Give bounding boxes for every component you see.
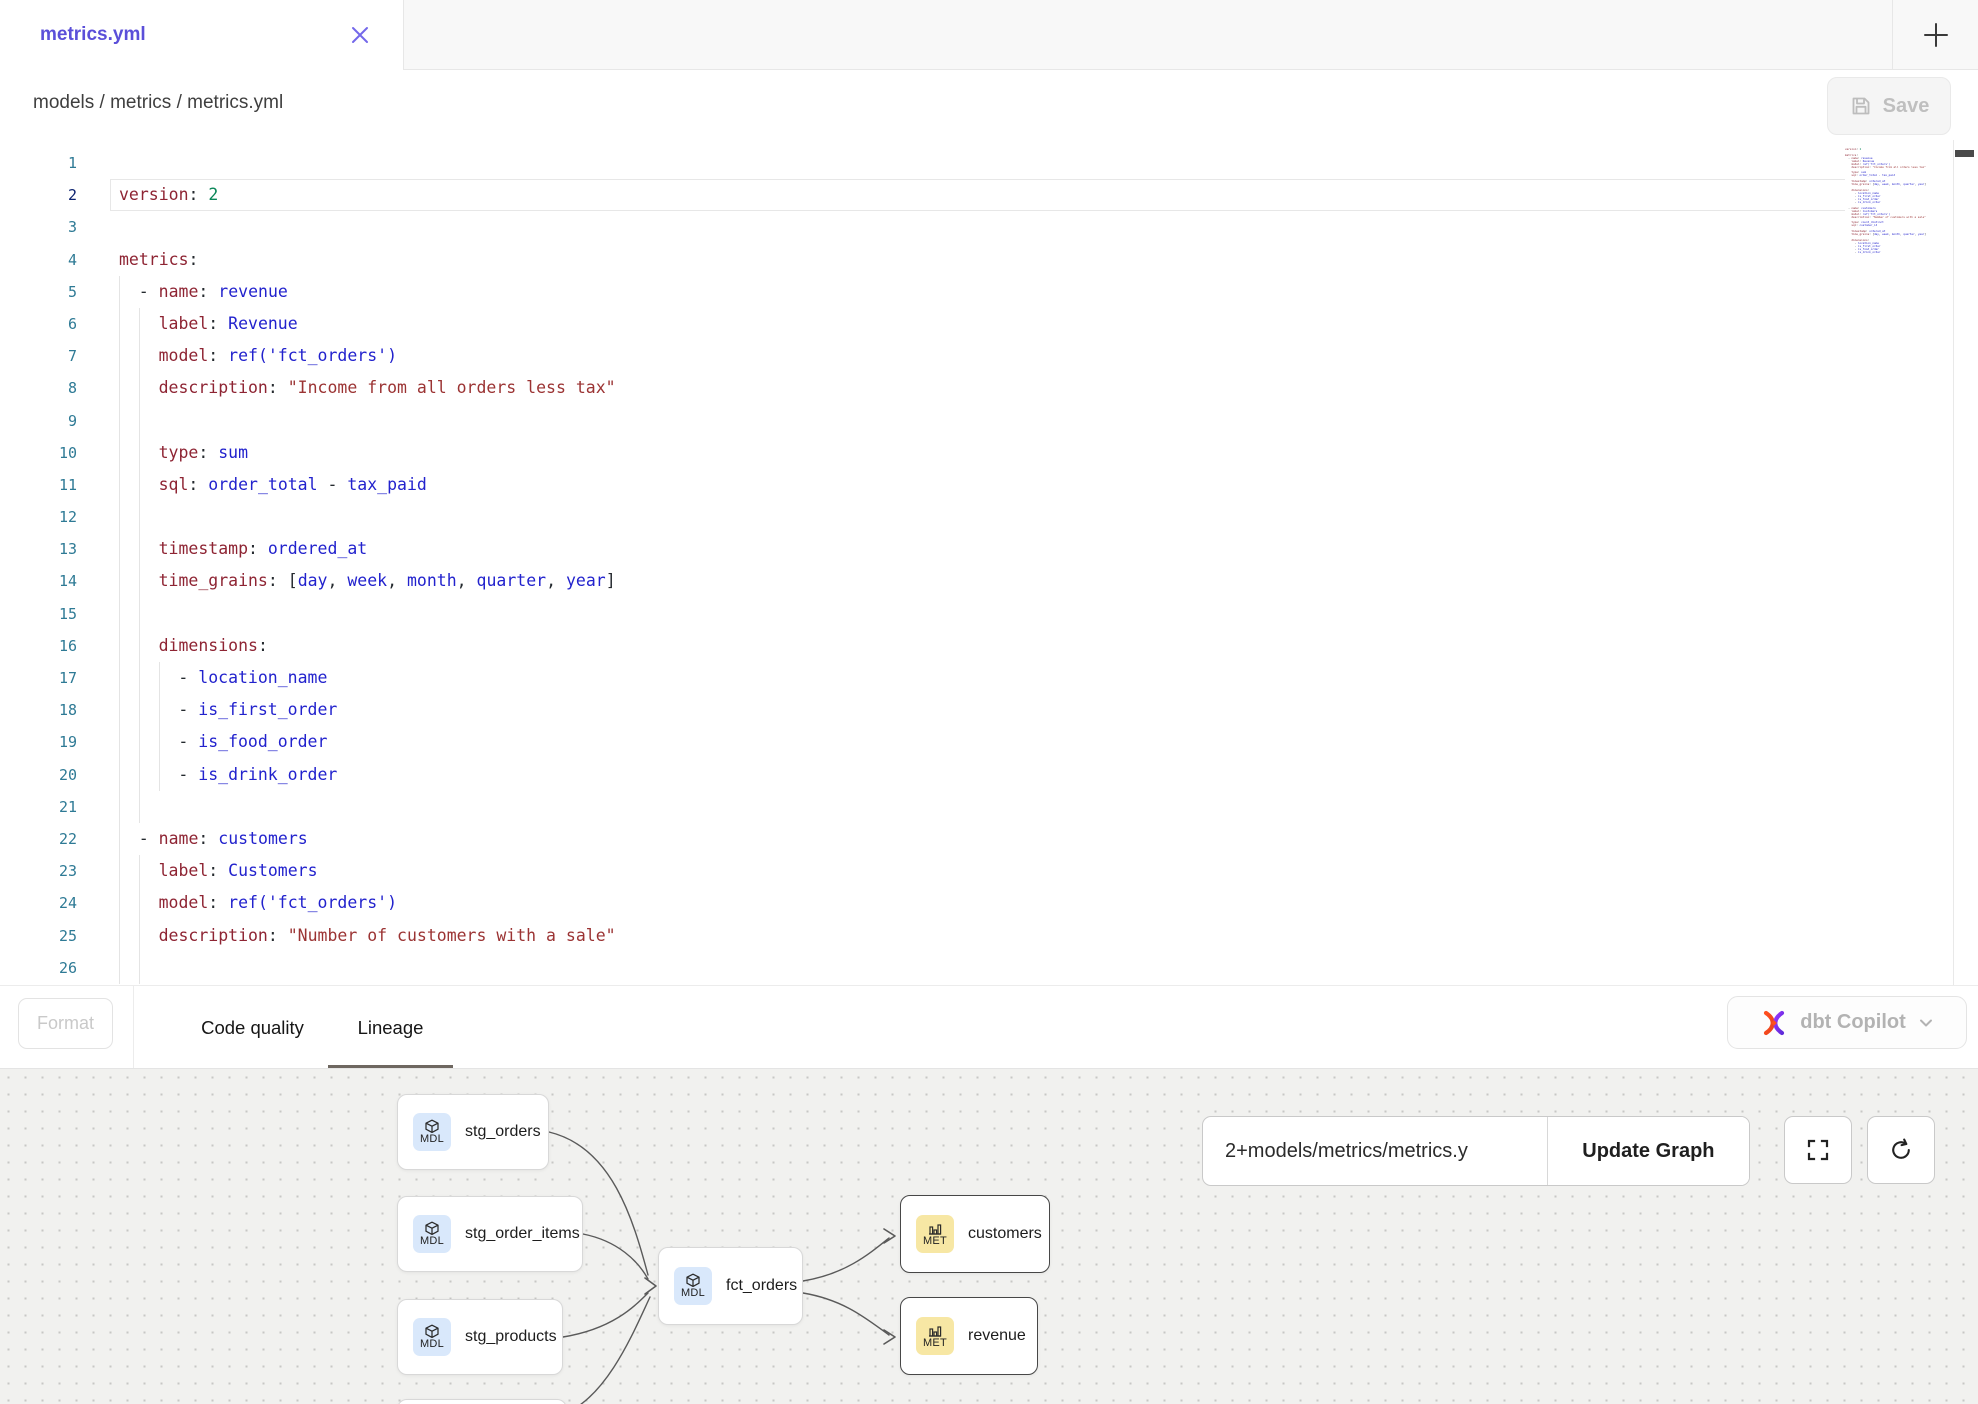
code-content[interactable]: version: 2metrics:- name: revenuelabel: … xyxy=(0,147,1845,984)
chevron-down-icon xyxy=(1917,1014,1935,1032)
code-line[interactable]: - location_name xyxy=(0,662,1845,694)
code-line[interactable]: - name: revenue xyxy=(0,276,1845,308)
save-label: Save xyxy=(1883,95,1930,118)
lineage-node-customers[interactable]: MET customers xyxy=(900,1195,1050,1273)
tab-title: metrics.yml xyxy=(40,24,146,46)
model-cube-icon xyxy=(424,1119,440,1134)
tab-code-quality[interactable]: Code quality xyxy=(165,986,340,1069)
mdl-badge: MDL xyxy=(413,1215,451,1253)
tab-bar: metrics.yml xyxy=(0,0,1978,70)
format-button[interactable]: Format xyxy=(18,998,113,1049)
code-line[interactable]: time_grains: [day, week, month, quarter,… xyxy=(0,565,1845,597)
tab-lineage[interactable]: Lineage xyxy=(328,986,453,1069)
graph-selector-input[interactable] xyxy=(1203,1117,1547,1185)
code-line[interactable]: model: ref('fct_orders') xyxy=(0,887,1845,919)
code-line[interactable]: timestamp: ordered_at xyxy=(0,533,1845,565)
graph-filter-group: Update Graph xyxy=(1202,1116,1750,1186)
fullscreen-button[interactable] xyxy=(1784,1116,1852,1184)
lineage-node-stg_order_items[interactable]: MDL stg_order_items xyxy=(397,1196,583,1272)
code-line[interactable]: metrics: xyxy=(0,244,1845,276)
close-icon[interactable] xyxy=(349,24,371,46)
lineage-node-stg_products[interactable]: MDL stg_products xyxy=(397,1299,563,1375)
update-graph-label: Update Graph xyxy=(1582,1140,1714,1163)
code-line[interactable]: model: ref('fct_orders') xyxy=(0,340,1845,372)
tab-metrics-yml[interactable]: metrics.yml xyxy=(0,0,403,70)
new-tab-button[interactable] xyxy=(1892,0,1978,70)
code-editor[interactable]: 1234567891011121314151617181920212223242… xyxy=(0,140,1978,985)
code-line[interactable]: - is_first_order xyxy=(0,694,1845,726)
code-line[interactable]: version: 2 xyxy=(0,179,1845,211)
node-label: customers xyxy=(968,1225,1042,1243)
code-line[interactable] xyxy=(0,791,1845,823)
dbt-ide-window: metrics.yml models / metrics / metrics.y… xyxy=(0,0,1978,1404)
dbt-copilot-button[interactable]: dbt Copilot xyxy=(1727,996,1967,1049)
copilot-sparkle-icon xyxy=(1759,1008,1789,1038)
node-label: stg_orders xyxy=(465,1123,541,1141)
lineage-node-stg_orders[interactable]: MDL stg_orders xyxy=(397,1094,549,1170)
code-line[interactable]: sql: order_total - tax_paid xyxy=(0,469,1845,501)
met-badge: MET xyxy=(916,1317,954,1355)
refresh-icon xyxy=(1888,1137,1914,1163)
code-line[interactable]: - is_food_order xyxy=(0,726,1845,758)
save-button[interactable]: Save xyxy=(1827,77,1951,135)
model-cube-icon xyxy=(685,1273,701,1288)
met-badge: MET xyxy=(916,1215,954,1253)
lineage-node-hidden_node[interactable]: MDL xyxy=(397,1399,567,1404)
refresh-button[interactable] xyxy=(1867,1116,1935,1184)
fullscreen-icon xyxy=(1805,1137,1831,1163)
mdl-badge: MDL xyxy=(674,1267,712,1305)
node-label: revenue xyxy=(968,1327,1026,1345)
model-cube-icon xyxy=(424,1221,440,1236)
code-line[interactable]: - is_drink_order xyxy=(0,759,1845,791)
code-line[interactable] xyxy=(0,952,1845,984)
update-graph-button[interactable]: Update Graph xyxy=(1547,1117,1749,1185)
code-line[interactable]: - name: customers xyxy=(0,823,1845,855)
breadcrumb-row: models / metrics / metrics.yml Save xyxy=(0,70,1978,140)
code-line[interactable]: description: "Number of customers with a… xyxy=(0,920,1845,952)
code-line[interactable] xyxy=(0,211,1845,243)
editor-right-divider xyxy=(1953,140,1954,985)
model-cube-icon xyxy=(424,1324,440,1339)
toolbar-divider xyxy=(133,986,134,1069)
code-line[interactable]: type: sum xyxy=(0,437,1845,469)
code-line[interactable] xyxy=(0,598,1845,630)
code-line[interactable]: dimensions: xyxy=(0,630,1845,662)
save-icon xyxy=(1849,94,1873,118)
metric-chart-icon xyxy=(927,1221,943,1236)
breadcrumb: models / metrics / metrics.yml xyxy=(33,92,283,114)
mdl-badge: MDL xyxy=(413,1113,451,1151)
lineage-canvas[interactable]: MDL stg_orders MDL stg_order_items MDL s… xyxy=(0,1068,1978,1404)
metric-chart-icon xyxy=(927,1323,943,1338)
code-line[interactable]: description: "Income from all orders les… xyxy=(0,372,1845,404)
lineage-label: Lineage xyxy=(358,1017,424,1039)
plus-icon xyxy=(1922,21,1950,49)
scrollbar-thumb[interactable] xyxy=(1955,150,1974,157)
lineage-node-fct_orders[interactable]: MDL fct_orders xyxy=(658,1247,803,1325)
minimap[interactable]: version: 2metrics:- name: revenuelabel: … xyxy=(1845,145,1945,254)
node-label: stg_products xyxy=(465,1328,557,1346)
code-line[interactable] xyxy=(0,405,1845,437)
code-line[interactable]: label: Customers xyxy=(0,855,1845,887)
node-label: stg_order_items xyxy=(465,1225,580,1243)
node-label: fct_orders xyxy=(726,1277,797,1295)
editor-toolbar: Format Code quality Lineage xyxy=(0,985,1978,1068)
code-line[interactable] xyxy=(0,147,1845,179)
format-label: Format xyxy=(37,1013,94,1034)
mdl-badge: MDL xyxy=(413,1318,451,1356)
code-line[interactable]: label: Revenue xyxy=(0,308,1845,340)
copilot-label: dbt Copilot xyxy=(1800,1011,1906,1034)
code-quality-label: Code quality xyxy=(201,1017,304,1039)
tab-strip-empty xyxy=(403,0,1892,70)
lineage-node-revenue[interactable]: MET revenue xyxy=(900,1297,1038,1375)
code-line[interactable] xyxy=(0,501,1845,533)
